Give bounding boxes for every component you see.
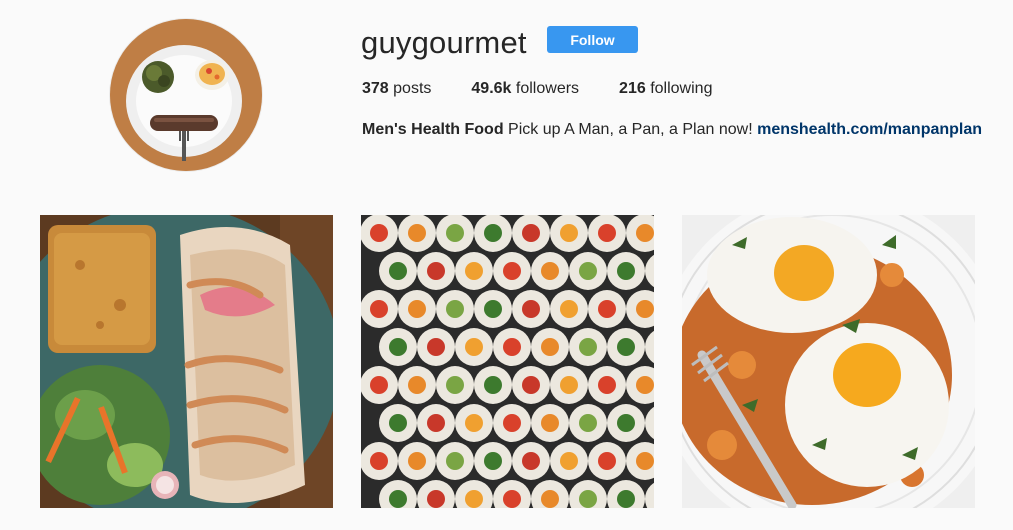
post-thumbnail-sushi[interactable] — [361, 215, 654, 508]
profile-username: guygourmet — [361, 25, 527, 60]
bio-link[interactable]: menshealth.com/manpanplan — [757, 121, 982, 138]
post-thumbnail-burrito[interactable] — [40, 215, 333, 508]
profile-full-name: Men's Health Food — [362, 121, 504, 138]
following-stat[interactable]: 216 following — [619, 79, 712, 99]
bio-text: Pick up A Man, a Pan, a Plan now! — [508, 121, 753, 138]
posts-count: 378 — [362, 80, 389, 97]
followers-count: 49.6k — [471, 80, 512, 97]
following-label: following — [650, 80, 713, 97]
profile-bio: Men's Health Food Pick up A Man, a Pan, … — [362, 120, 982, 140]
posts-stat: 378 posts — [362, 79, 431, 99]
followers-stat[interactable]: 49.6k followers — [471, 79, 579, 99]
following-count: 216 — [619, 80, 646, 97]
posts-label: posts — [393, 80, 432, 97]
profile-stats: 378 posts 49.6k followers 216 following — [362, 79, 752, 99]
post-thumbnail-eggs[interactable] — [682, 215, 975, 508]
followers-label: followers — [515, 80, 580, 97]
follow-button[interactable]: Follow — [547, 26, 638, 53]
profile-avatar[interactable] — [110, 19, 262, 171]
